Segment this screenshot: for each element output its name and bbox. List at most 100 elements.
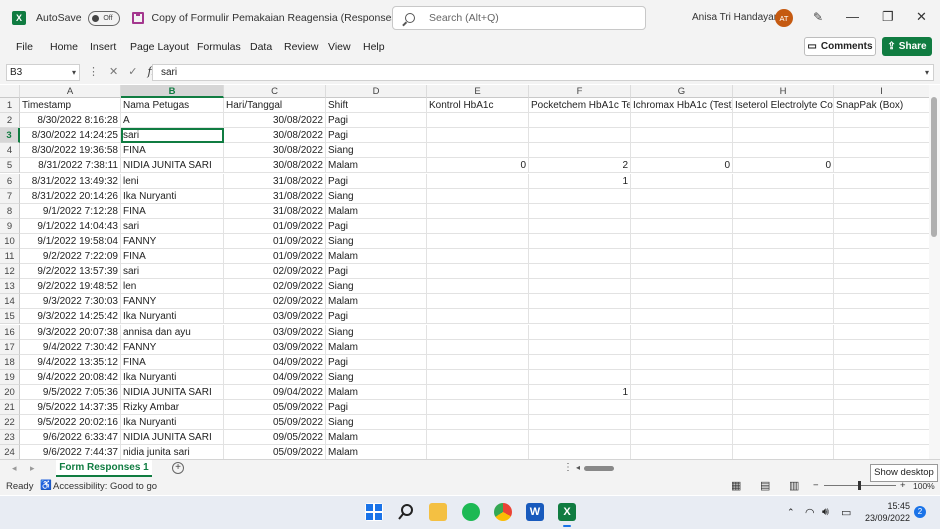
cell-g6[interactable] (631, 173, 733, 189)
row-header[interactable]: 12 (0, 264, 20, 280)
cell-i8[interactable] (834, 203, 930, 219)
cell-h3[interactable] (733, 128, 834, 144)
scroll-thumb[interactable] (931, 97, 937, 237)
cell-b6[interactable]: leni (121, 173, 224, 189)
scroll-left-icon[interactable]: ◂ (576, 463, 580, 472)
cell-e9[interactable] (427, 218, 529, 234)
cell-g22[interactable] (631, 415, 733, 431)
cell-i20[interactable] (834, 384, 930, 400)
row-header[interactable]: 11 (0, 249, 20, 265)
cell-a23[interactable]: 9/6/2022 6:33:47 (20, 430, 121, 446)
cell-h24[interactable] (733, 445, 834, 459)
cell-c23[interactable]: 09/05/2022 (224, 430, 326, 446)
vertical-scrollbar[interactable] (929, 85, 940, 459)
cell-f14[interactable] (529, 294, 631, 310)
cell-g4[interactable] (631, 143, 733, 159)
cell-f19[interactable] (529, 369, 631, 385)
cell-d13[interactable]: Siang (326, 279, 427, 295)
cell-a19[interactable]: 9/4/2022 20:08:42 (20, 369, 121, 385)
cell-d15[interactable]: Pagi (326, 309, 427, 325)
cell-b16[interactable]: annisa dan ayu (121, 324, 224, 340)
cell-a11[interactable]: 9/2/2022 7:22:09 (20, 249, 121, 265)
minimize-icon[interactable]: — (846, 10, 859, 24)
cell-e4[interactable] (427, 143, 529, 159)
word-icon[interactable]: W (526, 503, 544, 521)
accessibility-status[interactable]: Accessibility: Good to go (53, 481, 157, 492)
cell-b3[interactable]: sari (121, 128, 224, 144)
cell-h11[interactable] (733, 249, 834, 265)
cell-h22[interactable] (733, 415, 834, 431)
row-header[interactable]: 2 (0, 113, 20, 129)
sheet-tab-active[interactable]: Form Responses 1 (56, 460, 152, 477)
cell-d14[interactable]: Malam (326, 294, 427, 310)
excel-icon[interactable]: X (558, 503, 576, 521)
cell-e18[interactable] (427, 354, 529, 370)
cell-c7[interactable]: 31/08/2022 (224, 188, 326, 204)
cell-e21[interactable] (427, 400, 529, 416)
select-all-corner[interactable] (0, 85, 20, 98)
tab-help[interactable]: Help (363, 41, 385, 53)
cell-h1[interactable]: Iseterol Electrolyte Con (733, 98, 834, 114)
cell-d5[interactable]: Malam (326, 158, 427, 174)
cell-g21[interactable] (631, 400, 733, 416)
cell-b8[interactable]: FINA (121, 203, 224, 219)
cell-f23[interactable] (529, 430, 631, 446)
start-icon[interactable] (365, 503, 383, 521)
cell-d18[interactable]: Pagi (326, 354, 427, 370)
cell-f5[interactable]: 2 (529, 158, 631, 174)
cell-b9[interactable]: sari (121, 218, 224, 234)
cell-h7[interactable] (733, 188, 834, 204)
cell-c2[interactable]: 30/08/2022 (224, 113, 326, 129)
cell-c4[interactable]: 30/08/2022 (224, 143, 326, 159)
row-header[interactable]: 4 (0, 143, 20, 159)
cell-i12[interactable] (834, 264, 930, 280)
next-sheet-icon[interactable]: ▸ (30, 463, 35, 474)
battery-icon[interactable]: ▭ (841, 506, 851, 519)
tab-insert[interactable]: Insert (90, 41, 116, 53)
row-header[interactable]: 24 (0, 445, 20, 459)
zoom-out-icon[interactable]: − (813, 480, 819, 491)
zoom-slider-thumb[interactable] (858, 481, 861, 490)
cell-a20[interactable]: 9/5/2022 7:05:36 (20, 384, 121, 400)
cell-g8[interactable] (631, 203, 733, 219)
cell-e13[interactable] (427, 279, 529, 295)
cell-a14[interactable]: 9/3/2022 7:30:03 (20, 294, 121, 310)
cell-c13[interactable]: 02/09/2022 (224, 279, 326, 295)
chrome-icon[interactable] (494, 503, 512, 521)
tab-formulas[interactable]: Formulas (197, 41, 241, 53)
cell-e10[interactable] (427, 233, 529, 249)
cell-g2[interactable] (631, 113, 733, 129)
cell-a6[interactable]: 8/31/2022 13:49:32 (20, 173, 121, 189)
cell-g11[interactable] (631, 249, 733, 265)
formula-input[interactable]: sari ▾ (152, 64, 934, 81)
cell-e3[interactable] (427, 128, 529, 144)
cell-i18[interactable] (834, 354, 930, 370)
row-header[interactable]: 1 (0, 98, 20, 114)
cell-f21[interactable] (529, 400, 631, 416)
column-header-h[interactable]: H (733, 85, 834, 98)
cell-b12[interactable]: sari (121, 264, 224, 280)
cell-a22[interactable]: 9/5/2022 20:02:16 (20, 415, 121, 431)
cell-e23[interactable] (427, 430, 529, 446)
comments-button[interactable]: ▭ Comments (804, 37, 876, 56)
cell-g14[interactable] (631, 294, 733, 310)
search-icon[interactable] (397, 503, 415, 521)
chevron-down-icon[interactable]: ▾ (72, 65, 76, 80)
cell-f9[interactable] (529, 218, 631, 234)
row-header[interactable]: 13 (0, 279, 20, 295)
cell-e22[interactable] (427, 415, 529, 431)
cell-d3[interactable]: Pagi (326, 128, 427, 144)
cell-d24[interactable]: Malam (326, 445, 427, 459)
row-header[interactable]: 20 (0, 384, 20, 400)
row-header[interactable]: 22 (0, 415, 20, 431)
spotify-icon[interactable] (462, 503, 480, 521)
cell-h2[interactable] (733, 113, 834, 129)
chevron-up-icon[interactable]: ⌃ (787, 507, 795, 518)
cell-h5[interactable]: 0 (733, 158, 834, 174)
clock-date[interactable]: 23/09/2022 (862, 513, 910, 523)
cell-b24[interactable]: nidia junita sari (121, 445, 224, 459)
cell-b10[interactable]: FANNY (121, 233, 224, 249)
cell-f7[interactable] (529, 188, 631, 204)
cell-c12[interactable]: 02/09/2022 (224, 264, 326, 280)
cell-a13[interactable]: 9/2/2022 19:48:52 (20, 279, 121, 295)
